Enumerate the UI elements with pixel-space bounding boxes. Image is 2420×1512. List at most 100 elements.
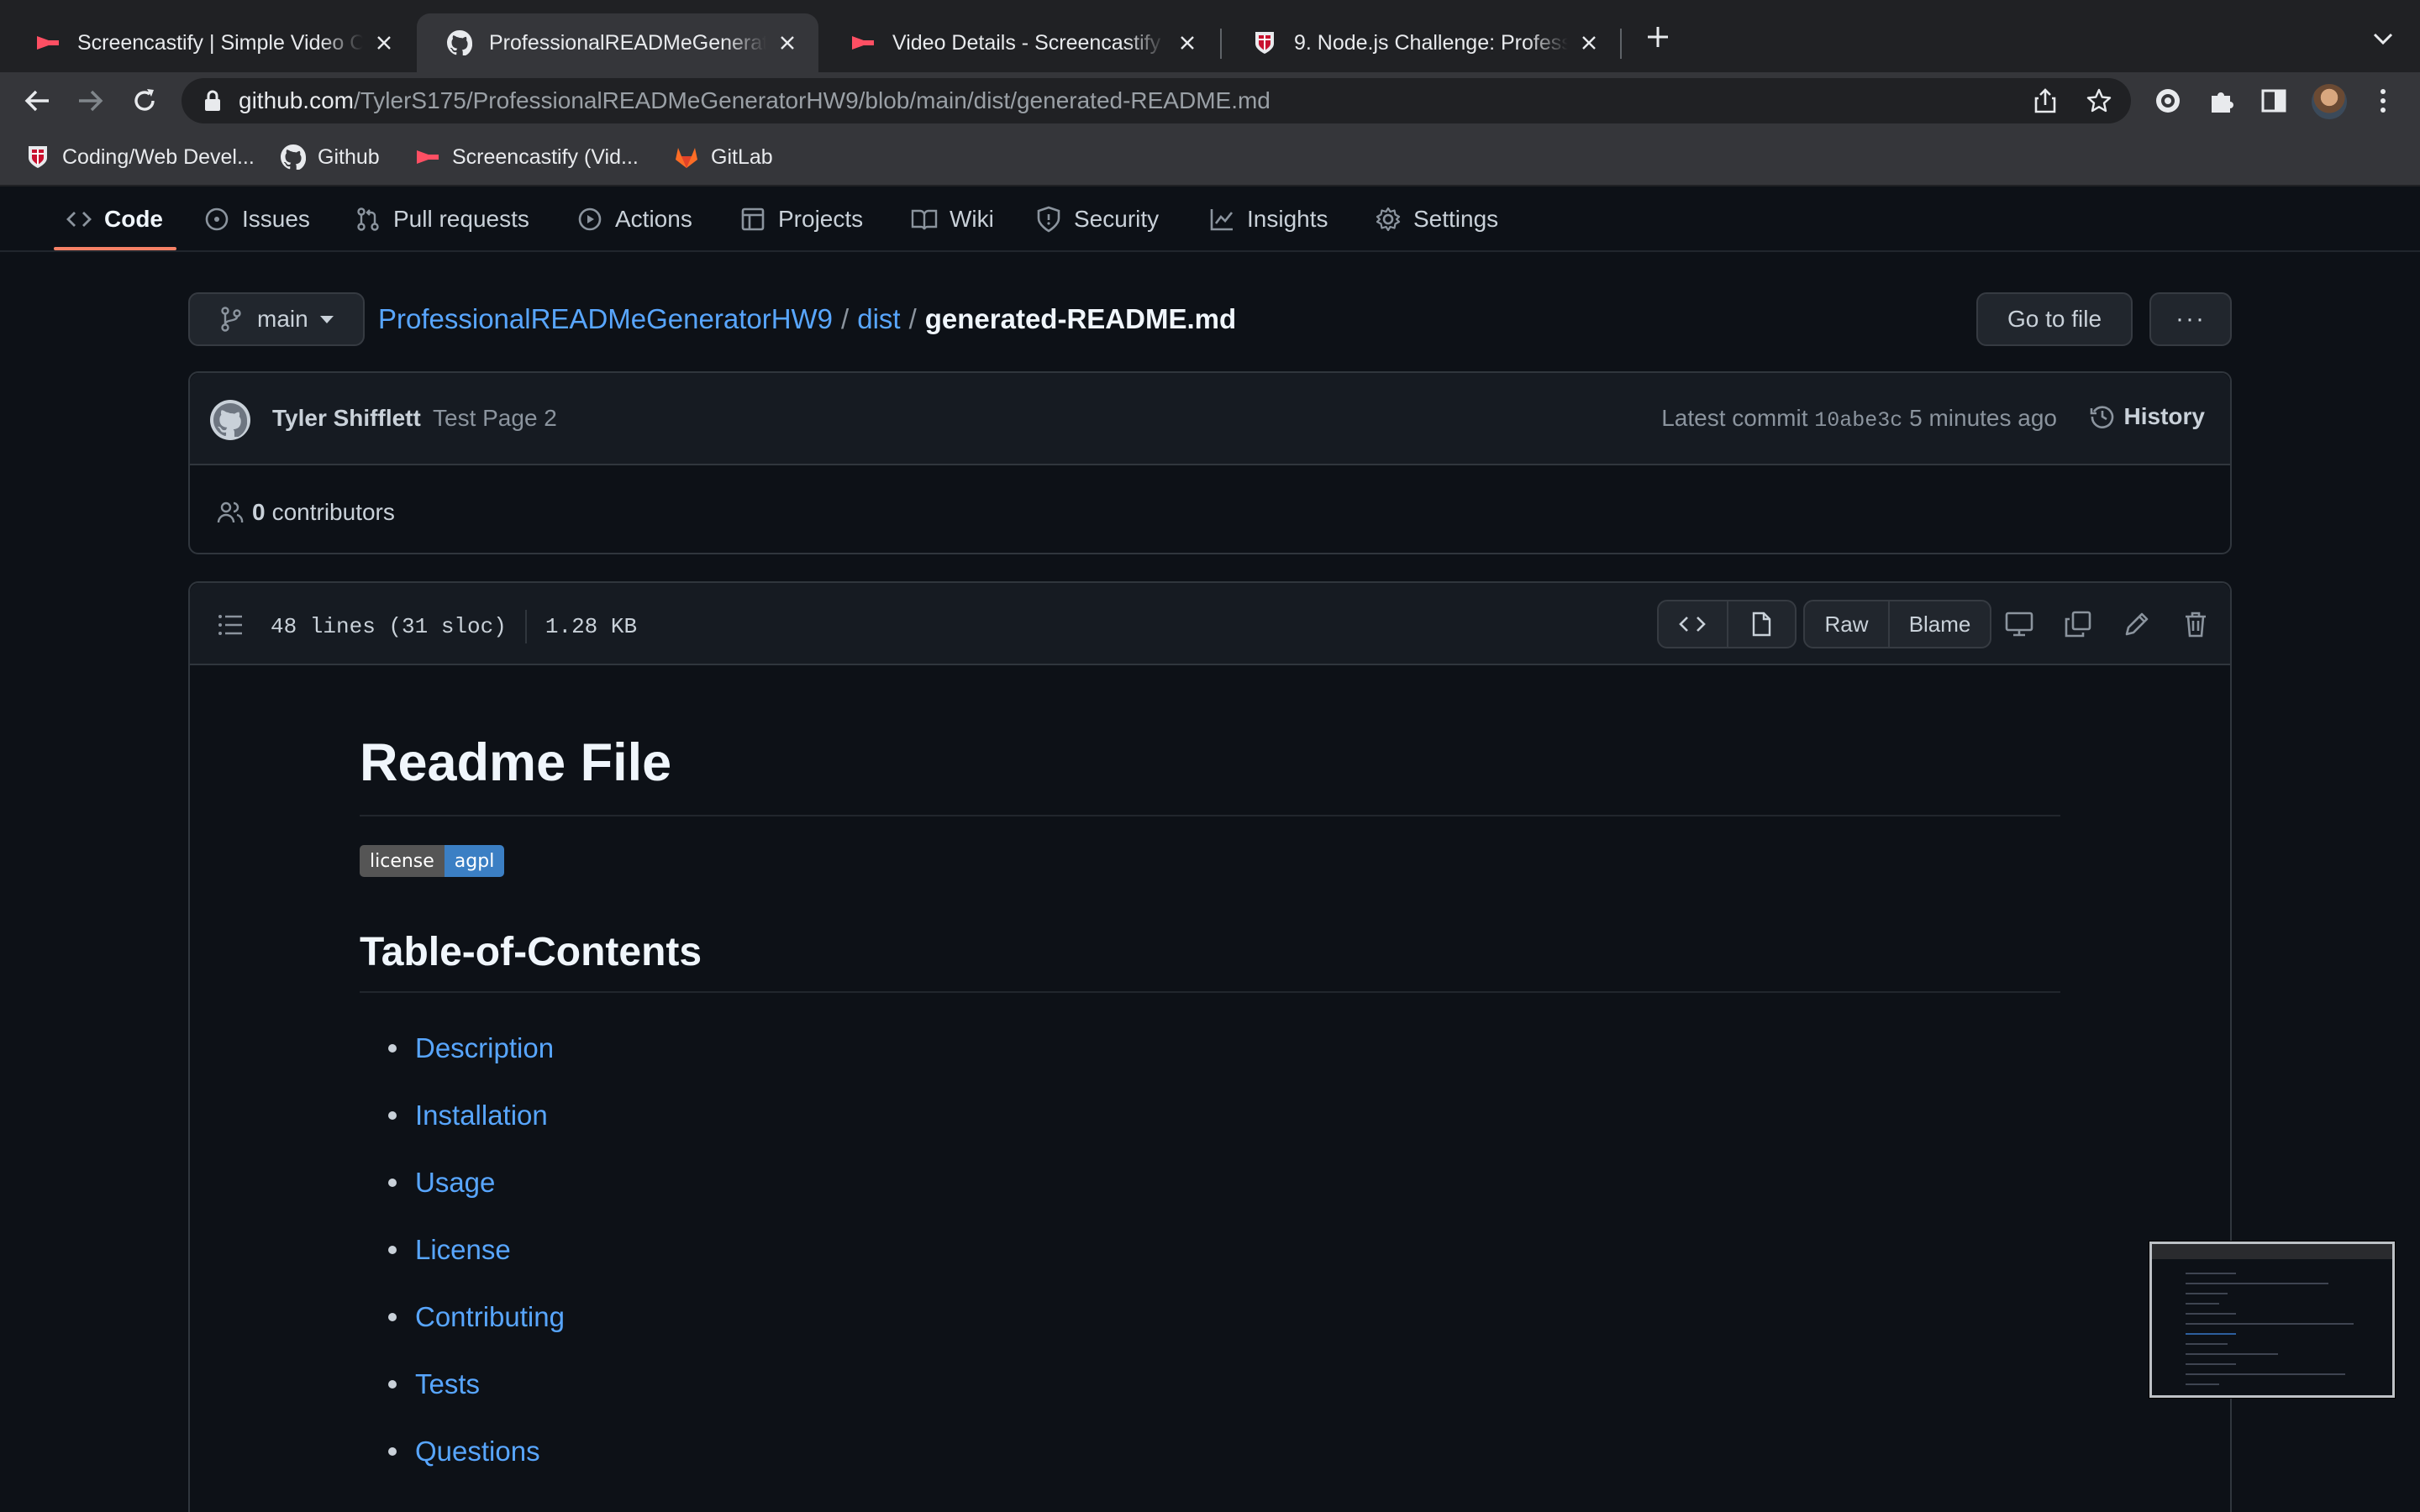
tab-code[interactable]: Code [66,186,163,252]
preview-line [2186,1313,2236,1315]
bookmark-screencastify[interactable]: Screencastify (Vid... [415,142,639,172]
url-text: github.com/TylerS175/ProfessionalREADMeG… [239,87,1270,113]
commit-message[interactable]: Test Page 2 [433,405,557,432]
code-view-icon[interactable] [1659,601,1727,647]
toc-link-contributing[interactable]: Contributing [415,1301,565,1333]
copy-icon[interactable] [2062,608,2094,640]
preview-line [2186,1333,2236,1335]
toc-link-description[interactable]: Description [415,1032,554,1064]
share-icon[interactable] [2032,87,2059,114]
bullet [388,1380,397,1389]
tab-insights[interactable]: Insights [1208,186,1328,252]
table-icon [739,206,766,233]
preview-line [2186,1363,2236,1365]
tab-issues[interactable]: Issues [203,186,310,252]
contributors-link[interactable]: 0 contributors [217,496,395,529]
divider [524,610,527,643]
breadcrumb-file-name: generated-README.md [924,303,1237,334]
address-bar[interactable]: github.com/TylerS175/ProfessionalREADMeG… [182,78,2131,123]
tab-search-chevron-icon[interactable] [2370,25,2396,52]
tab-projects[interactable]: Projects [739,186,863,252]
commit-header: Tyler Shifflett Test Page 2 Latest commi… [190,373,2230,465]
desktop-icon[interactable] [2003,608,2035,640]
profile-avatar[interactable] [2312,84,2347,119]
toc-link-questions[interactable]: Questions [415,1436,540,1467]
contributors-count: 0 [252,499,266,525]
raw-button[interactable]: Raw [1805,601,1888,647]
graph-icon [1208,206,1235,233]
shield-icon [1035,206,1062,233]
tab-settings[interactable]: Settings [1375,186,1498,252]
tab-security[interactable]: Security [1035,186,1159,252]
bookmark-github[interactable]: Github [281,142,380,172]
list-item: Installation [388,1082,565,1149]
toc-link-usage[interactable]: Usage [415,1167,495,1199]
trash-icon[interactable] [2180,608,2212,640]
breadcrumb-repo-link[interactable]: ProfessionalREADMeGeneratorHW9 [378,303,833,335]
list-item: Questions [388,1418,565,1485]
reload-icon[interactable] [124,81,165,121]
extension-circle-icon[interactable] [2151,84,2185,118]
toc-link-license[interactable]: License [415,1234,511,1266]
heading-rule [360,815,2060,816]
bookmark-star-icon[interactable] [2086,87,2112,114]
lock-icon[interactable] [203,89,222,113]
commit-author[interactable]: Tyler Shifflett [272,405,421,432]
back-arrow-icon[interactable] [17,81,57,121]
outline-list-icon[interactable] [217,612,244,638]
github-icon [447,30,472,55]
tab-github-active[interactable]: ProfessionalREADMeGeneratorHW9/generated… [417,13,818,72]
gear-icon [1375,206,1402,233]
kebab-menu-icon[interactable] [2366,84,2400,118]
commit-sha[interactable]: 10abe3c [1814,408,1902,433]
file-size: 1.28 KB [544,614,638,639]
more-options-button[interactable]: ··· [2149,292,2232,346]
author-avatar[interactable] [210,400,250,440]
tab-pull-requests[interactable]: Pull requests [355,186,529,252]
close-icon[interactable] [776,32,798,54]
close-icon[interactable] [1176,32,1198,54]
list-item: Description [388,1015,565,1082]
breadcrumb-folder-link[interactable]: dist [857,303,900,335]
tab-video-details[interactable]: Video Details - Screencastify [820,13,1218,72]
pull-request-icon [355,206,381,233]
side-panel-icon[interactable] [2257,84,2291,118]
list-item: Tests [388,1351,565,1418]
bookmark-coding[interactable]: Coding/Web Devel... [25,142,255,172]
book-icon [911,206,938,233]
recording-preview-thumbnail[interactable] [2149,1242,2395,1398]
extensions-puzzle-icon[interactable] [2205,84,2238,118]
history-button[interactable]: History [2089,400,2205,433]
pencil-edit-icon[interactable] [2121,608,2153,640]
blame-button[interactable]: Blame [1888,601,1990,647]
tab-screencastify[interactable]: Screencastify | Simple Video Capture [5,13,415,72]
commit-time: 5 minutes ago [1909,405,2057,431]
preview-line [2186,1373,2345,1375]
file-preview-icon[interactable] [1726,601,1795,647]
preview-line [2186,1303,2219,1305]
latest-commit-box: Tyler Shifflett Test Page 2 Latest commi… [188,371,2232,554]
forward-arrow-icon[interactable] [71,81,111,121]
history-clock-icon [2089,403,2116,430]
tab-wiki[interactable]: Wiki [911,186,994,252]
bookmark-gitlab[interactable]: GitLab [674,142,773,172]
new-tab-plus-icon[interactable] [1643,22,1673,52]
commit-meta: Latest commit 10abe3c 5 minutes ago [1661,405,2057,433]
tab-label: Code [104,206,163,232]
browser-tab-strip: Screencastify | Simple Video Capture Pro… [0,0,2420,72]
tab-actions[interactable]: Actions [576,186,692,252]
preview-line [2186,1283,2328,1284]
tab-node-challenge[interactable]: 9. Node.js Challenge: Professional READM… [1222,13,1620,72]
tab-label: Pull requests [393,206,529,232]
close-icon[interactable] [373,32,395,54]
bullet [388,1111,397,1120]
go-to-file-button[interactable]: Go to file [1976,292,2133,346]
preview-line [2186,1273,2236,1274]
toc-link-tests[interactable]: Tests [415,1368,480,1400]
file-header: 48 lines (31 sloc) 1.28 KB Raw Blame [190,583,2230,665]
branch-selector-button[interactable]: main [188,292,365,346]
license-badge[interactable]: license agpl [360,845,505,877]
close-icon[interactable] [1578,32,1600,54]
toc-link-installation[interactable]: Installation [415,1100,548,1131]
git-branch-icon [218,307,244,332]
